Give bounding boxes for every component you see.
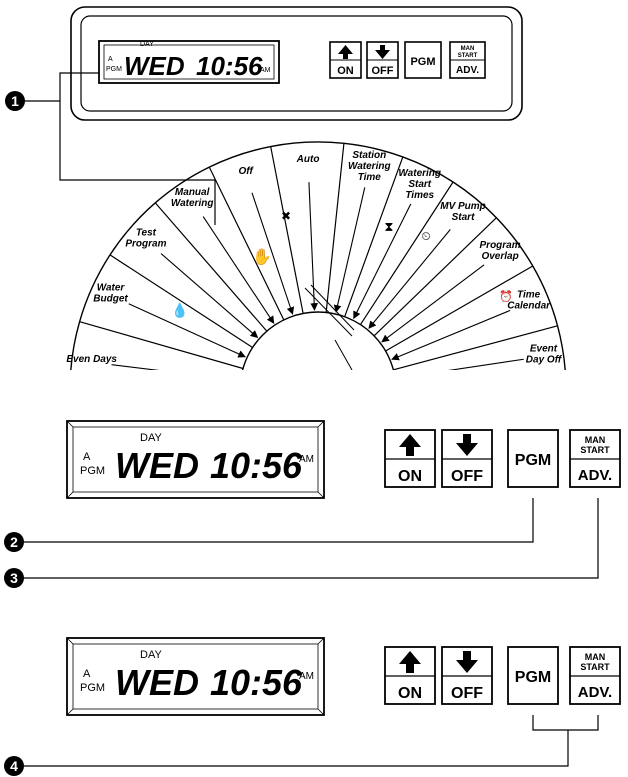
svg-text:START: START (580, 445, 610, 455)
dial-position-label: Manual Watering (171, 187, 214, 209)
dial-divider (396, 381, 566, 387)
dial-position-label: Off (239, 166, 255, 177)
dial-position-arrow (111, 364, 160, 370)
dial-divider (359, 181, 454, 325)
dial-position-arrow (448, 358, 524, 370)
dial-position-arrow (308, 182, 319, 311)
svg-text:PGM: PGM (410, 56, 435, 68)
svg-text:ADV.: ADV. (578, 467, 612, 484)
off-button-middle[interactable]: OFF (441, 429, 493, 488)
svg-text:DAY: DAY (140, 432, 162, 444)
svg-text:MAN: MAN (585, 435, 606, 445)
dial-position-label: Station Watering Time (348, 150, 391, 183)
svg-text:ON: ON (398, 468, 422, 485)
lcd-time: 10:56 (196, 51, 263, 81)
dial-position-label: Auto (296, 154, 320, 165)
program-pgm-label: PGM (106, 66, 122, 73)
clock-icon: ⏲ (421, 229, 430, 243)
dial-position-arrow (333, 187, 366, 313)
lcd-ampm: AM (260, 67, 271, 74)
svg-text:A: A (83, 451, 91, 463)
dial-divider (70, 393, 240, 399)
dial-divider (373, 217, 497, 337)
svg-text:10:56: 10:56 (210, 662, 303, 703)
svg-text:MAN: MAN (461, 46, 475, 52)
man-start-adv-button-bottom[interactable]: MAN START ADV. (569, 646, 621, 705)
program-a-label: A (108, 56, 113, 63)
dial-position-label: MV Pump Start (440, 201, 486, 223)
svg-text:4: 4 (10, 758, 18, 774)
svg-text:ON: ON (398, 685, 422, 702)
on-button-top[interactable]: ON (329, 41, 362, 79)
dial-position-label: Event Day Off (526, 343, 563, 365)
dial-divider (270, 146, 304, 314)
callout-3: 3 (4, 498, 599, 588)
pgm-button-bottom[interactable]: PGM (507, 646, 559, 705)
dial-position-label: Time Calendar (507, 290, 551, 312)
svg-text:ON: ON (337, 65, 354, 77)
svg-text:2: 2 (10, 534, 18, 550)
svg-text:MAN: MAN (585, 652, 606, 662)
svg-text:START: START (458, 53, 478, 59)
controller-diagram: DAY A PGM WED 10:56 AM ON OFF PGM MAN ST… (4, 6, 621, 776)
dial-position-label: Test Program (125, 227, 166, 249)
svg-text:A: A (83, 668, 91, 680)
lcd-day: WED (124, 51, 185, 81)
off-button-top[interactable]: OFF (366, 41, 399, 79)
svg-text:AM: AM (299, 454, 314, 465)
lcd-display-top: DAY A PGM WED 10:56 AM (98, 40, 280, 84)
on-button-bottom[interactable]: ON (384, 646, 436, 705)
on-button-middle[interactable]: ON (384, 429, 436, 488)
svg-text:OFF: OFF (372, 65, 394, 77)
svg-text:PGM: PGM (515, 669, 551, 686)
pgm-button-middle[interactable]: PGM (507, 429, 559, 488)
svg-text:1: 1 (11, 93, 19, 109)
mode-dial[interactable]: Even Days Water Budget Test ProgramManual Wat… (66, 141, 566, 468)
calendar-clock-icon: ⏰ (499, 289, 513, 303)
off-button-bottom[interactable]: OFF (441, 646, 493, 705)
day-label: DAY (140, 41, 154, 48)
lcd-display-middle: DAY A PGM WED 10:56 AM (66, 420, 325, 499)
svg-text:3: 3 (10, 570, 18, 586)
dial-position-label: Even Days (66, 354, 117, 365)
dial-position-label: Water Budget (93, 282, 128, 304)
svg-text:OFF: OFF (451, 685, 483, 702)
svg-text:PGM: PGM (80, 465, 105, 477)
dial-position-label: Program Overlap (480, 240, 521, 262)
svg-text:PGM: PGM (515, 452, 551, 469)
svg-text:PGM: PGM (80, 682, 105, 694)
dial-position-arrow (391, 309, 511, 361)
callout-4: 4 (4, 715, 599, 776)
lcd-display-bottom: DAY A PGM WED 10:56 AM (66, 637, 325, 716)
svg-text:WED: WED (115, 445, 199, 486)
svg-text:WED: WED (115, 662, 199, 703)
water-drop-percent-icon: 💧 (171, 302, 188, 319)
dial-sector-edge (208, 145, 271, 168)
hourglass-icon: ⧗ (384, 219, 393, 234)
dial-position-label: Watering Start Times (398, 168, 441, 201)
svg-text:DAY: DAY (140, 649, 162, 661)
pgm-button-top[interactable]: PGM (404, 41, 442, 79)
svg-text:10:56: 10:56 (210, 445, 303, 486)
svg-text:ADV.: ADV. (578, 684, 612, 701)
svg-text:OFF: OFF (451, 468, 483, 485)
callout-2: 2 (4, 498, 534, 552)
man-start-adv-button-middle[interactable]: MAN START ADV. (569, 429, 621, 488)
svg-text:START: START (580, 662, 610, 672)
svg-text:AM: AM (299, 671, 314, 682)
dial-sector-edge (270, 141, 344, 148)
dial-position-arrow (368, 229, 451, 329)
sprinkler-off-icon: ✖ (281, 209, 291, 223)
man-start-adv-button-top[interactable]: MAN START ADV. (449, 41, 486, 79)
hand-icon: ✋ (252, 247, 272, 266)
svg-text:ADV.: ADV. (456, 65, 479, 76)
